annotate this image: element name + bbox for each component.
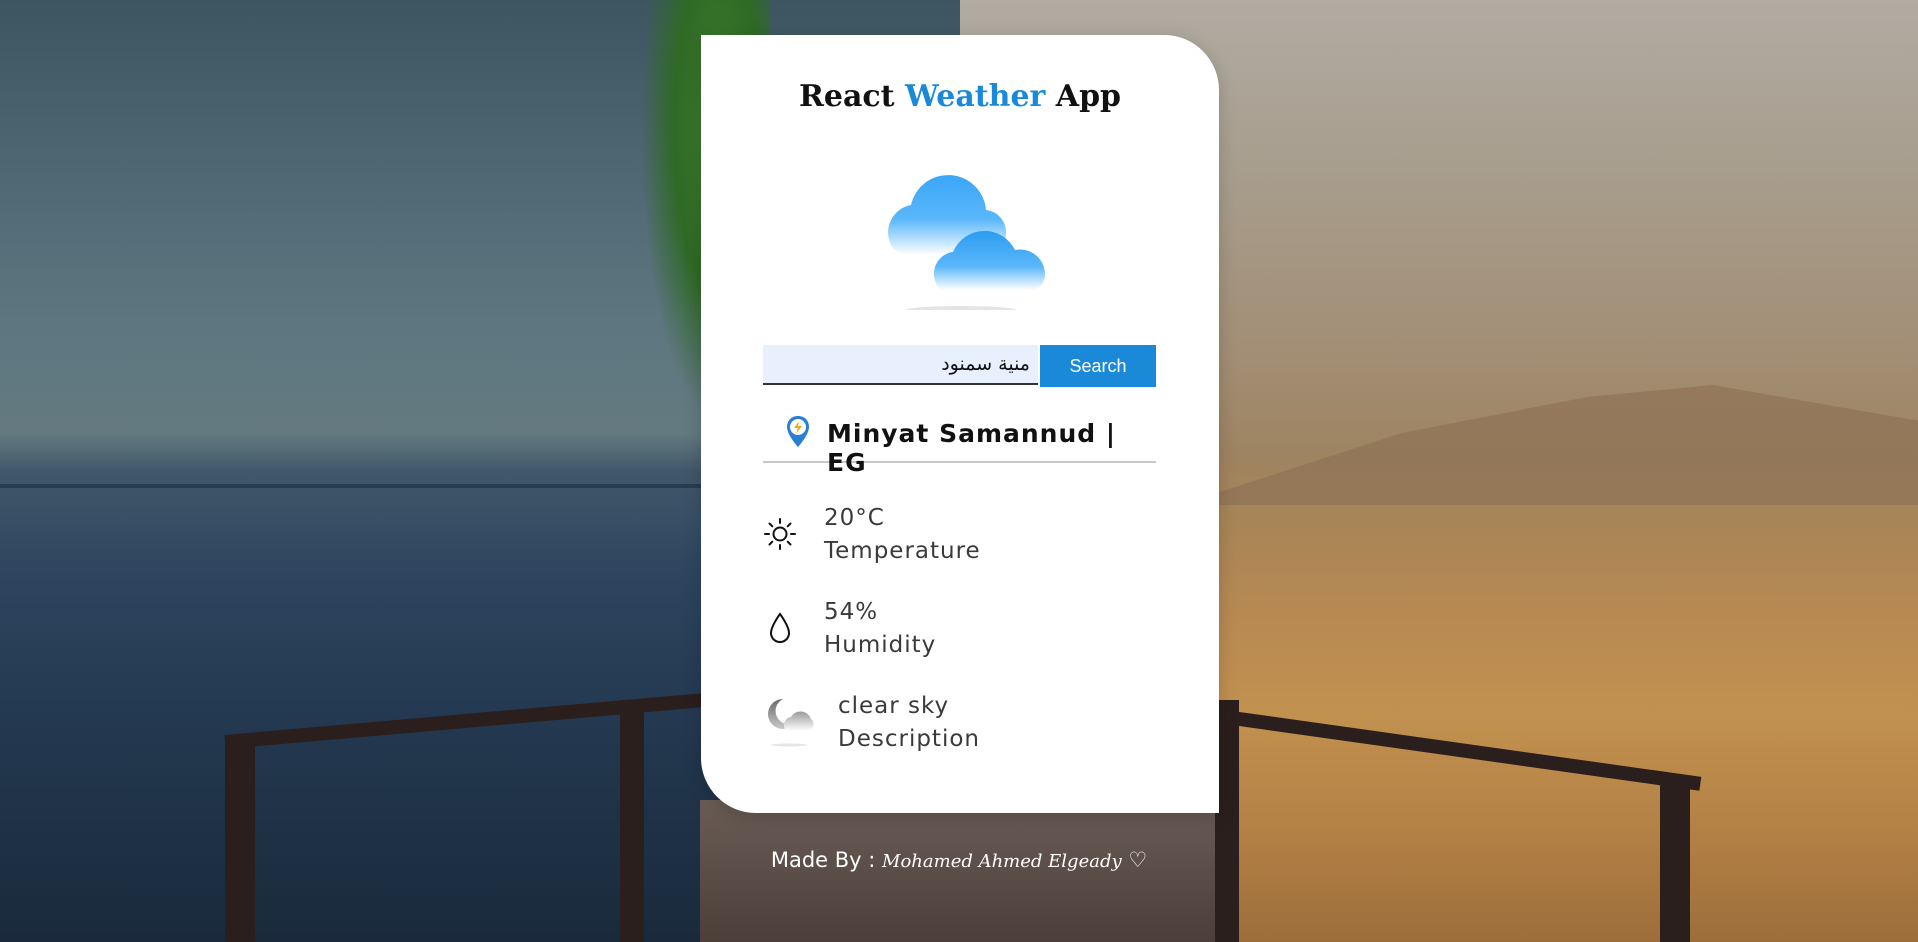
moon-cloud-icon [768,699,814,747]
humidity-value: 54% [824,599,879,625]
heart-icon: ♡ [1128,848,1148,872]
footer-author: Mohamed Ahmed Elgeady [882,851,1122,872]
temperature-stat: 20°C Temperature [763,505,1156,575]
search-bar: Search [763,345,1156,387]
description-stat: clear sky Description [763,693,1156,763]
weather-card: React Weather App Sear [701,35,1219,813]
temperature-value: 20°C [824,505,885,531]
location-pin-icon [787,416,809,447]
footer-credit: Made By : Mohamed Ahmed Elgeady ♡ [0,848,1918,872]
footer-prefix: Made By : [770,848,876,872]
search-button[interactable]: Search [1040,345,1156,387]
location-name: Minyat Samannud | EG [827,419,1116,477]
humidity-label: Humidity [824,632,937,658]
description-label: Description [838,726,980,752]
sun-icon [764,518,796,550]
description-value: clear sky [838,693,950,719]
location-header: Minyat Samannud | EG [763,415,1156,477]
humidity-stat: 54% Humidity [763,599,1156,669]
droplet-icon [769,612,791,643]
app-title: React Weather App [798,79,1122,114]
city-search-input[interactable] [763,345,1038,385]
temperature-label: Temperature [824,538,981,564]
cloud-icon [861,150,1061,314]
